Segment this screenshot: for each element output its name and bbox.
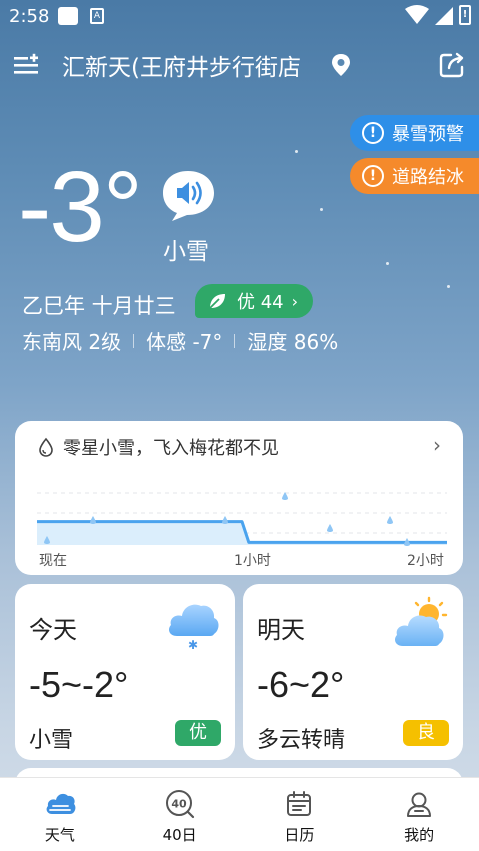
signal-icon [435,7,453,25]
weather-icon [46,793,76,814]
warning-icon: ! [362,122,384,144]
current-condition: 小雪 [163,239,209,265]
alert-road-ice-button[interactable]: ! 道路结冰 [350,158,479,194]
day-name: 明天 [257,616,305,644]
divider [234,333,236,348]
calendar-icon [287,791,312,816]
partly-cloudy-icon [395,596,448,646]
location-pin-icon [332,54,350,76]
notification-square-icon [58,7,78,25]
aqi-badge: 良 [403,720,449,746]
day-temperature-range: -6~2° [257,664,345,705]
x-tick-label: 2小时 [407,553,444,569]
forty-day-icon: 40 [165,790,194,819]
raindrop-icon [387,516,393,524]
nav-item-weather[interactable]: 天气 [0,778,120,851]
feels-like: 体感 -7° [146,330,223,354]
svg-text:✱: ✱ [188,638,198,652]
forty-day-icon-text: 40 [171,798,187,811]
warning-icon: ! [362,165,384,187]
status-time: 2:58 [9,6,50,27]
snowflake [295,150,298,153]
share-icon[interactable] [438,51,466,79]
battery-icon: ! [459,5,471,25]
x-tick-label: 1小时 [234,553,271,569]
menu-add-icon[interactable] [12,51,40,79]
nav-label: 我的 [404,826,435,844]
x-tick-label: 现在 [39,553,67,569]
alert-blizzard-button[interactable]: ! 暴雪预警 [350,115,479,151]
chevron-right-icon: › [291,291,299,311]
nav-label: 天气 [44,826,75,844]
bottom-navigation: 天气 40 40日 日历 我的 [0,777,479,851]
location-title[interactable]: 汇新天(王府井步行街店 [62,48,330,82]
today-forecast-card[interactable]: 今天 ✱ -5~-2° 小雪 优 [15,584,235,760]
nav-label: 日历 [284,826,315,844]
wifi-icon [405,5,429,24]
raindrop-icon [90,516,96,524]
snow-cloud-icon: ✱ [169,604,219,652]
precipitation-chart: 现在 1小时 2小时 [37,492,447,569]
nav-item-40day[interactable]: 40 40日 [120,778,240,851]
nav-item-profile[interactable]: 我的 [359,778,479,851]
status-bar: 2:58 A ! [0,0,479,34]
lunar-date: 乙巳年 十月廿三 [22,294,176,318]
raindrop-icon [222,516,228,524]
divider [133,333,135,348]
aqi-badge[interactable]: 优 44 › [195,284,313,318]
day-temperature-range: -5~-2° [29,664,129,705]
aqi-label: 优 44 [237,292,284,313]
snowflake [320,208,323,211]
nav-item-calendar[interactable]: 日历 [240,778,360,851]
tomorrow-forecast-card[interactable]: 明天 -6~2° 多云转晴 良 [243,584,463,760]
profile-icon [407,792,432,817]
snowflake [447,285,450,288]
snowflake [386,262,389,265]
alert-label: 道路结冰 [392,167,464,188]
a-notification-icon: A [90,8,104,24]
current-temperature: -3° [18,151,143,263]
aqi-badge: 优 [175,720,221,746]
raindrop-icon [327,524,333,532]
day-condition: 小雪 [29,728,74,753]
weather-details: 东南风 2级 体感 -7° 湿度 86% [22,326,338,355]
day-name: 今天 [29,616,77,644]
nav-label: 40日 [162,826,197,844]
voice-broadcast-icon[interactable] [160,169,217,222]
raindrop-icon [404,538,410,546]
precipitation-card[interactable]: 零星小雪，飞入梅花都不见 › 现在 1小时 2小时 [15,421,463,575]
leaf-icon [209,294,225,309]
day-condition: 多云转晴 [257,728,346,753]
alert-label: 暴雪预警 [392,124,464,145]
humidity: 湿度 86% [247,330,339,354]
wind: 东南风 2级 [22,330,122,354]
